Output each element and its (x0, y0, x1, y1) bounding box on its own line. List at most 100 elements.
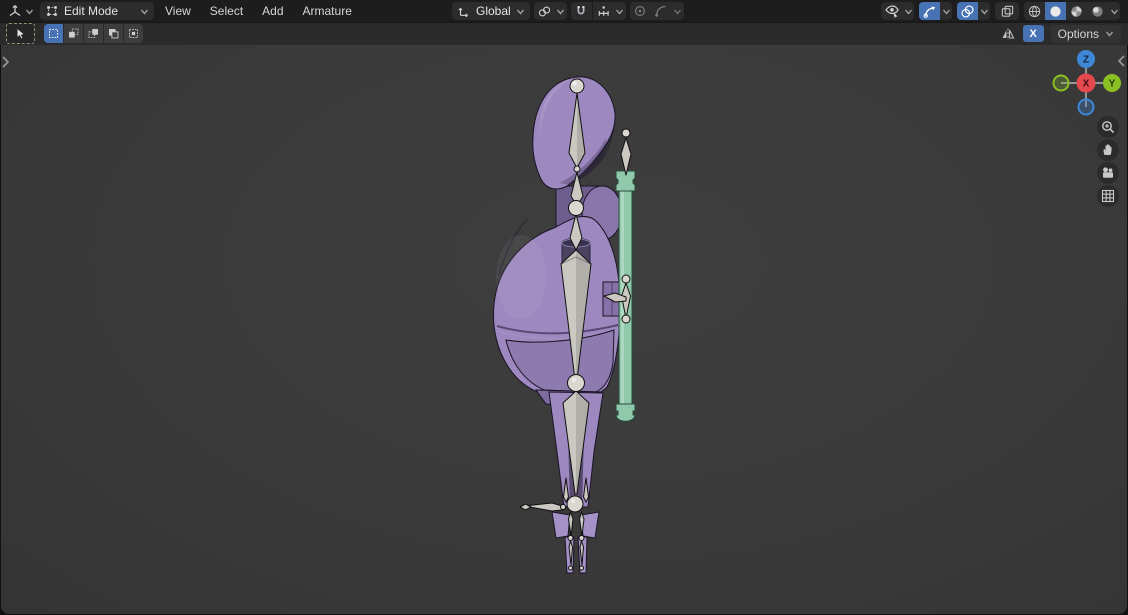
sidebar-toggle-chevron[interactable] (1117, 53, 1127, 69)
shading-wireframe-icon (1028, 5, 1041, 17)
staff-pommel (615, 403, 636, 422)
snap-increment-icon (598, 5, 609, 16)
menu-add[interactable]: Add (254, 0, 291, 22)
gizmo-axis-neg-y[interactable] (1052, 74, 1070, 92)
orientation-label: Global (476, 4, 511, 18)
gizmo-x-label: X (1083, 79, 1090, 90)
snap-toggle[interactable] (571, 2, 592, 20)
gizmos-toggle[interactable] (919, 2, 940, 20)
joint-toe-l2 (568, 565, 573, 571)
staff-bone (620, 137, 632, 176)
shading-dropdown[interactable] (1108, 2, 1120, 20)
proportional-edit-group (629, 2, 684, 20)
shading-wireframe[interactable] (1024, 2, 1045, 20)
object-visibility-dropdown[interactable] (881, 2, 914, 20)
overlays-dropdown[interactable] (978, 2, 990, 20)
select-mode-group (44, 24, 143, 43)
chevron-down-icon (942, 9, 950, 15)
select-invert-icon (109, 29, 119, 39)
editor-3d-viewport-icon (9, 5, 21, 17)
menu-view[interactable]: View (157, 0, 199, 22)
xray-icon (1001, 5, 1013, 17)
xray-toggle[interactable] (995, 2, 1019, 20)
joint-toe-r2 (579, 565, 584, 571)
chevron-down-icon (557, 9, 565, 15)
edit-mode-icon (47, 6, 57, 16)
overlays-icon (961, 4, 974, 18)
joint-heel (560, 504, 566, 510)
joint-hand-bottom (621, 314, 631, 324)
chevron-down-icon (1110, 9, 1118, 15)
mode-label: Edit Mode (64, 4, 119, 18)
chevron-down-icon (140, 9, 149, 15)
shading-solid-icon (1050, 5, 1061, 17)
snap-settings[interactable] (593, 2, 614, 20)
gizmos-group (919, 2, 952, 20)
options-label: Options (1057, 26, 1099, 41)
joint-neck (568, 200, 584, 216)
select-set-icon (48, 28, 59, 39)
proportional-edit-toggle[interactable] (630, 2, 651, 20)
foot-wing-left (551, 511, 571, 539)
orientation-global-icon (458, 7, 468, 18)
active-tool-button[interactable] (6, 23, 35, 44)
shading-solid[interactable] (1045, 2, 1066, 20)
falloff-dropdown[interactable] (651, 2, 672, 20)
shading-rendered[interactable] (1087, 2, 1108, 20)
select-subtract-icon (88, 29, 98, 39)
pivot-point-icon (538, 6, 550, 16)
joint-toe-l1 (567, 535, 574, 541)
gizmos-dropdown[interactable] (940, 2, 952, 20)
chevron-down-icon (616, 9, 624, 15)
scene-canvas (493, 76, 636, 574)
camera-icon (1103, 167, 1113, 178)
shading-material[interactable] (1066, 2, 1087, 20)
menu-armature[interactable]: Armature (295, 0, 360, 22)
gizmos-icon (923, 5, 936, 18)
chevron-down-icon (1105, 31, 1114, 37)
shading-group (1024, 2, 1120, 20)
camera-view-button[interactable] (1097, 162, 1119, 184)
gizmo-axis-neg-z[interactable] (1077, 98, 1095, 116)
joint-highlight-3 (570, 498, 576, 504)
blender-window: Z Y X Edit Mode View Select Add Armature… (0, 0, 1128, 615)
x-mirror-toggle[interactable]: X (1022, 25, 1044, 42)
select-mode-extend[interactable] (64, 24, 83, 43)
select-mode-intersect[interactable] (124, 24, 143, 43)
overlays-toggle[interactable] (957, 2, 978, 20)
joint-staff-top (621, 128, 631, 138)
toolbar-toggle-chevron[interactable] (0, 54, 10, 70)
chevron-down-icon (516, 9, 524, 15)
pivot-point-dropdown[interactable] (533, 2, 567, 20)
character-mesh[interactable] (493, 76, 623, 574)
joint-highlight-1 (572, 81, 577, 86)
heel-bone-tip (519, 503, 532, 511)
joint-hip (567, 374, 585, 392)
tool-settings-bar: X Options (0, 22, 1128, 45)
toe-bone-left-1 (568, 511, 574, 537)
menu-select[interactable]: Select (202, 0, 251, 22)
select-mode-subtract[interactable] (84, 24, 103, 43)
perspective-toggle-button[interactable] (1097, 185, 1119, 207)
mode-dropdown[interactable]: Edit Mode (40, 2, 154, 20)
chevron-down-icon (904, 9, 912, 15)
ortho-grid-icon (1101, 189, 1115, 203)
overlays-group (957, 2, 990, 20)
select-mode-invert[interactable] (104, 24, 123, 43)
proportional-edit-icon (635, 6, 646, 16)
editor-type-button[interactable] (4, 2, 37, 20)
nav-gizmo[interactable]: Z Y X (1048, 46, 1126, 122)
falloff-curve-icon (655, 6, 666, 17)
zoom-button[interactable] (1097, 116, 1119, 138)
pan-button[interactable] (1097, 139, 1119, 161)
select-mode-set[interactable] (44, 24, 63, 43)
torso-sheen (496, 235, 546, 319)
snap-dropdown[interactable] (614, 2, 626, 20)
chevron-down-icon (25, 9, 34, 15)
chevron-down-icon (980, 9, 988, 15)
joint-ankle (566, 495, 584, 513)
joint-toe-r1 (578, 535, 585, 541)
joint-head-top (569, 78, 585, 94)
orientation-dropdown[interactable]: Global (452, 2, 530, 20)
options-dropdown[interactable]: Options (1050, 24, 1121, 43)
